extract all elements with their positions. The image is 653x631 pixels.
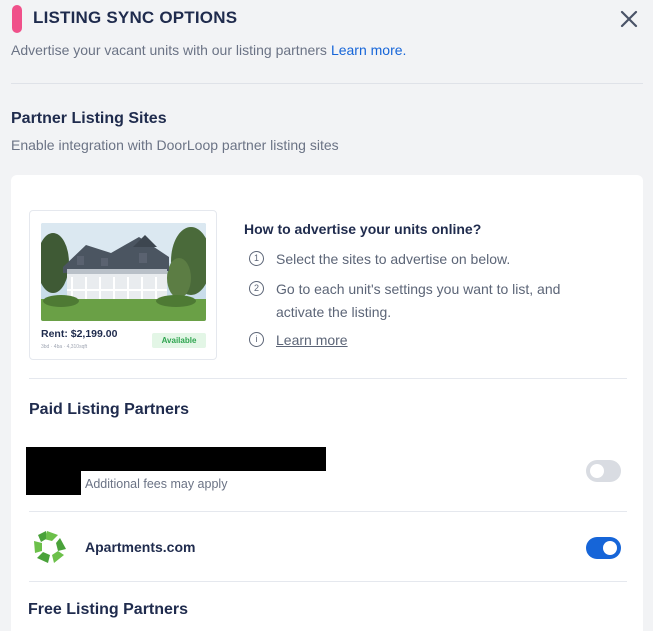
subtitle-text: Advertise your vacant units with our lis… (11, 42, 327, 58)
toggle-knob (590, 464, 604, 478)
available-badge: Available (152, 333, 206, 348)
house-photo (41, 223, 206, 321)
dialog-subtitle: Advertise your vacant units with our lis… (11, 42, 406, 58)
apartments-com-toggle[interactable] (586, 537, 621, 559)
apartments-com-name: Apartments.com (85, 539, 196, 555)
accent-bar (12, 5, 22, 33)
howto-title: How to advertise your units online? (244, 221, 482, 237)
rent-amount: Rent: $2,199.00 (41, 328, 118, 340)
toggle-knob (603, 541, 617, 555)
dialog-header: LISTING SYNC OPTIONS Advertise your vaca… (0, 0, 653, 84)
step-2-text: Go to each unit's settings you want to l… (276, 281, 561, 320)
partner-section-subtitle: Enable integration with DoorLoop partner… (11, 137, 339, 153)
card-divider-1 (29, 378, 627, 379)
close-icon[interactable] (615, 5, 643, 33)
unit-details: 3bd · 4ba · 4,310sqft (41, 344, 88, 350)
card-divider-2 (29, 511, 627, 512)
partner-section-title: Partner Listing Sites (11, 110, 167, 127)
partner-card: Rent: $2,199.00 3bd · 4ba · 4,310sqft Av… (11, 175, 643, 631)
info-icon: i (249, 332, 264, 347)
free-partners-title: Free Listing Partners (28, 601, 189, 618)
partner-1-toggle[interactable] (586, 460, 621, 482)
step-1-text: Select the sites to advertise on below. (276, 251, 511, 267)
learn-more-link[interactable]: Learn more. (331, 42, 406, 58)
header-divider (11, 83, 643, 84)
howto-learn-more-link[interactable]: Learn more (276, 332, 348, 348)
partner-fee-note: Additional fees may apply (85, 477, 228, 491)
paid-partners-title: Paid Listing Partners (29, 401, 190, 418)
apartments-com-logo-icon (33, 530, 67, 564)
redacted-partner-logo (26, 471, 81, 495)
redacted-partner-name (26, 447, 326, 471)
listing-preview: Rent: $2,199.00 3bd · 4ba · 4,310sqft Av… (29, 210, 217, 360)
dialog-title: LISTING SYNC OPTIONS (33, 8, 238, 27)
step-2-number: 2 (249, 281, 264, 296)
card-divider-3 (29, 581, 627, 582)
step-1-number: 1 (249, 251, 264, 266)
